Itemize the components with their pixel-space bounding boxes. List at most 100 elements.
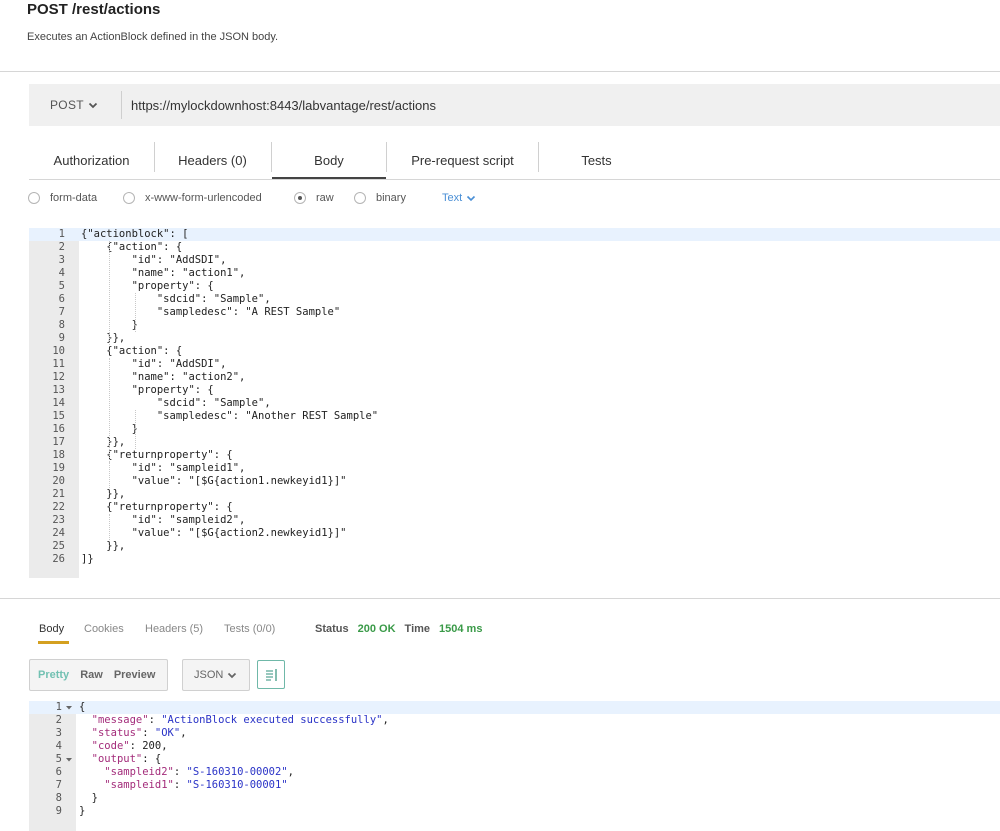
line-number: 3 <box>55 727 62 739</box>
line-number: 15 <box>52 410 65 422</box>
code-line: 16 } <box>29 423 1000 436</box>
code-text: "message": "ActionBlock executed success… <box>79 714 389 727</box>
indent-guide <box>109 358 110 462</box>
line-number: 5 <box>55 753 62 765</box>
code-token: : <box>173 779 187 791</box>
tab-headers[interactable]: Headers (0) <box>155 140 270 180</box>
tab-tests[interactable]: Tests <box>539 140 654 180</box>
raw-type-dropdown[interactable]: Text <box>442 188 476 208</box>
code-token: "sampleid2" <box>104 766 174 778</box>
line-number: 8 <box>58 319 65 331</box>
line-number: 8 <box>55 792 62 804</box>
code-line: 9 }}, <box>29 332 1000 345</box>
code-line: 14 "sdcid": "Sample", <box>29 397 1000 410</box>
code-text: "code": 200, <box>79 740 168 753</box>
code-text: {"returnproperty": { <box>81 449 233 461</box>
code-token: } <box>79 792 98 804</box>
response-tab-cookies[interactable]: Cookies <box>84 617 124 641</box>
code-token: "message" <box>91 714 149 726</box>
url-input[interactable]: https://mylockdownhost:8443/labvantage/r… <box>131 84 436 126</box>
code-line: 19 "id": "sampleid1", <box>29 462 1000 475</box>
code-text: "sampleid2": "S-160310-00002", <box>79 766 294 779</box>
indent-guide <box>109 462 110 488</box>
chevron-down-icon <box>467 195 476 202</box>
code-token: : <box>148 714 162 726</box>
code-text: "id": "sampleid1", <box>81 462 246 474</box>
indent-guide <box>135 410 136 449</box>
chevron-down-icon <box>88 102 98 109</box>
code-text: "id": "AddSDI", <box>81 358 227 370</box>
response-body-viewer[interactable]: 1{2 "message": "ActionBlock executed suc… <box>29 701 1000 831</box>
line-number: 9 <box>58 332 65 344</box>
line-number: 18 <box>52 449 65 461</box>
request-url-bar: POST https://mylockdownhost:8443/labvant… <box>29 84 1000 126</box>
line-number: 10 <box>52 345 65 357</box>
line-number: 19 <box>52 462 65 474</box>
code-text: }}, <box>81 436 126 448</box>
code-token: { <box>79 701 86 713</box>
fold-arrow-icon[interactable] <box>65 753 73 766</box>
line-number: 6 <box>55 766 62 778</box>
code-line: 5 "output": { <box>29 753 1000 766</box>
code-text: "value": "[$G{action1.newkeyid1}]" <box>81 475 347 487</box>
page-title: POST /rest/actions <box>27 1 161 18</box>
tab-body[interactable]: Body <box>272 140 386 180</box>
line-number: 11 <box>52 358 65 370</box>
tab-authorization[interactable]: Authorization <box>29 140 154 180</box>
radio-binary[interactable]: binary <box>354 188 406 208</box>
line-number: 12 <box>52 371 65 383</box>
code-token: "OK" <box>154 727 181 739</box>
code-line: 4 "name": "action1", <box>29 267 1000 280</box>
code-line: 1 {"actionblock": [ <box>29 228 1000 241</box>
radio-raw[interactable]: raw <box>294 188 334 208</box>
line-number: 13 <box>52 384 65 396</box>
code-text: } <box>79 792 98 805</box>
view-raw-button[interactable]: Raw <box>80 669 103 681</box>
line-number: 17 <box>52 436 65 448</box>
code-line: 26]} <box>29 553 1000 566</box>
line-number: 1 <box>58 228 65 240</box>
code-line: 12 "name": "action2", <box>29 371 1000 384</box>
time-value: 1504 ms <box>439 623 483 635</box>
line-number: 24 <box>52 527 65 539</box>
code-token: "status" <box>91 727 143 739</box>
indent-guide <box>109 241 110 345</box>
wrap-lines-button[interactable] <box>257 660 285 689</box>
line-number: 9 <box>55 805 62 817</box>
format-label: JSON <box>194 669 224 681</box>
code-text: }}, <box>81 540 126 552</box>
divider <box>0 598 1000 599</box>
code-line: 17 }}, <box>29 436 1000 449</box>
code-line: 21 }}, <box>29 488 1000 501</box>
code-token: : { <box>142 753 162 765</box>
method-label: POST <box>50 98 84 112</box>
view-mode-group: Pretty Raw Preview <box>29 659 168 691</box>
tab-pre-request-script[interactable]: Pre-request script <box>387 140 538 180</box>
line-number: 25 <box>52 540 65 552</box>
response-tab-body[interactable]: Body <box>37 617 70 644</box>
line-number: 26 <box>52 553 65 565</box>
request-body-editor[interactable]: 1 {"actionblock": [2 {"action": {3 "id": … <box>29 228 1000 578</box>
format-dropdown[interactable]: JSON <box>182 659 250 691</box>
code-text: "id": "AddSDI", <box>81 254 227 266</box>
code-token: , <box>287 766 294 778</box>
radio-form-data[interactable]: form-data <box>28 188 97 208</box>
fold-arrow-icon[interactable] <box>65 701 73 714</box>
view-preview-button[interactable]: Preview <box>114 669 156 681</box>
response-tab-headers[interactable]: Headers (5) <box>145 617 203 641</box>
method-dropdown[interactable]: POST <box>29 84 121 126</box>
code-line: 25 }}, <box>29 540 1000 553</box>
radio-x-www-form-urlencoded[interactable]: x-www-form-urlencoded <box>123 188 262 208</box>
wrap-lines-icon <box>266 668 277 681</box>
time-label: Time <box>404 623 431 635</box>
code-line: 9} <box>29 805 1000 818</box>
code-line: 8 } <box>29 319 1000 332</box>
line-number: 4 <box>58 267 65 279</box>
code-text: "name": "action1", <box>81 267 246 279</box>
code-text: {"action": { <box>81 345 183 357</box>
view-pretty-button[interactable]: Pretty <box>38 669 69 681</box>
response-tab-tests[interactable]: Tests (0/0) <box>224 617 275 641</box>
line-number: 2 <box>55 714 62 726</box>
